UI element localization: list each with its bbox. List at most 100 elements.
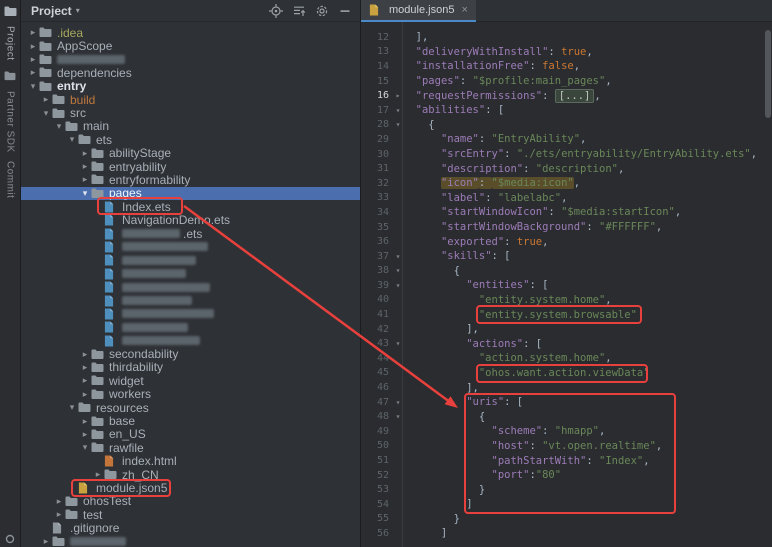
- tree-item-workers[interactable]: ▸workers: [21, 388, 360, 401]
- code-line-37[interactable]: 37▾ "skills": [: [361, 249, 772, 264]
- code-line-48[interactable]: 48▾ {: [361, 409, 772, 424]
- code-line-36[interactable]: 36 "exported": true,: [361, 234, 772, 249]
- tree-item-appscope[interactable]: ▸AppScope: [21, 39, 360, 52]
- chevron-right-icon[interactable]: ▸: [79, 148, 91, 159]
- tree-item-entry[interactable]: ▾entry: [21, 80, 360, 93]
- chevron-down-icon[interactable]: ▾: [66, 402, 78, 413]
- code-line-17[interactable]: 17▾ "abilities": [: [361, 103, 772, 118]
- tree-item-test[interactable]: ▸test: [21, 508, 360, 521]
- chevron-right-icon[interactable]: ▸: [53, 496, 65, 507]
- chevron-down-icon[interactable]: ▾: [27, 81, 39, 92]
- code-line-30[interactable]: 30 "srcEntry": "./ets/entryability/Entry…: [361, 147, 772, 162]
- code-line-41[interactable]: 41 "entity.system.browsable": [361, 307, 772, 322]
- chevron-right-icon[interactable]: ▸: [79, 375, 91, 386]
- partner-sdk-icon[interactable]: [3, 70, 17, 82]
- code-line-16[interactable]: 16▸ "requestPermissions": [...],: [361, 88, 772, 103]
- chevron-down-icon[interactable]: ▾: [79, 442, 91, 453]
- fold-toggle-icon[interactable]: ▸: [393, 91, 403, 100]
- tree-item-redacted-page-3[interactable]: [21, 254, 360, 267]
- chevron-right-icon[interactable]: ▸: [79, 429, 91, 440]
- code-line-15[interactable]: 15 "pages": "$profile:main_pages",: [361, 74, 772, 89]
- chevron-right-icon[interactable]: ▸: [40, 94, 52, 105]
- chevron-right-icon[interactable]: ▸: [79, 161, 91, 172]
- stripe-label-partner-sdk[interactable]: Partner SDK: [5, 91, 16, 153]
- chevron-right-icon[interactable]: ▸: [53, 509, 65, 520]
- chevron-right-icon[interactable]: ▸: [27, 27, 39, 38]
- code-line-44[interactable]: 44 "action.system.home",: [361, 351, 772, 366]
- chevron-down-icon[interactable]: ▾: [79, 188, 91, 199]
- code-line-34[interactable]: 34 "startWindowIcon": "$media:startIcon"…: [361, 205, 772, 220]
- locate-icon[interactable]: [269, 4, 283, 18]
- fold-toggle-icon[interactable]: ▾: [393, 120, 403, 129]
- code-line-29[interactable]: 29 "name": "EntryAbility",: [361, 132, 772, 147]
- collapse-all-icon[interactable]: [292, 4, 306, 18]
- code-line-56[interactable]: 56 ]: [361, 526, 772, 541]
- code-line-39[interactable]: 39▾ "entities": [: [361, 278, 772, 293]
- code-editor[interactable]: 12 ],13 "deliveryWithInstall": true,14 "…: [361, 22, 772, 547]
- tree-item-redacted-page-8[interactable]: [21, 321, 360, 334]
- stripe-label-commit[interactable]: Commit: [5, 161, 16, 198]
- code-line-45[interactable]: 45 "ohos.want.action.viewData": [361, 366, 772, 381]
- code-line-13[interactable]: 13 "deliveryWithInstall": true,: [361, 45, 772, 60]
- tree-item-thirdability[interactable]: ▸thirdability: [21, 361, 360, 374]
- chevron-right-icon[interactable]: ▸: [79, 389, 91, 400]
- code-line-43[interactable]: 43▾ "actions": [: [361, 336, 772, 351]
- tree-item-ohostest[interactable]: ▸ohosTest: [21, 495, 360, 508]
- settings-icon[interactable]: [315, 4, 329, 18]
- code-line-28[interactable]: 28▾ {: [361, 118, 772, 133]
- hide-icon[interactable]: [338, 4, 352, 18]
- project-tool-window-icon[interactable]: [3, 5, 17, 17]
- code-line-52[interactable]: 52 "port":"80": [361, 468, 772, 483]
- tree-item-main[interactable]: ▾main: [21, 120, 360, 133]
- code-line-14[interactable]: 14 "installationFree": false,: [361, 59, 772, 74]
- tree-item-index-html[interactable]: index.html: [21, 455, 360, 468]
- tree-item-widget[interactable]: ▸widget: [21, 374, 360, 387]
- close-icon[interactable]: ×: [461, 4, 467, 16]
- code-line-32[interactable]: 32 "icon": "$media:icon",: [361, 176, 772, 191]
- chevron-down-icon[interactable]: ▾: [66, 134, 78, 145]
- tree-item-gitignore[interactable]: .gitignore: [21, 521, 360, 534]
- code-line-33[interactable]: 33 "label": "labelabc",: [361, 191, 772, 206]
- code-line-54[interactable]: 54 ]: [361, 497, 772, 512]
- tree-item-redacted-page-7[interactable]: [21, 307, 360, 320]
- tree-item-index-ets[interactable]: Index.ets: [21, 200, 360, 213]
- tree-item-redacted-page-2[interactable]: [21, 240, 360, 253]
- fold-toggle-icon[interactable]: ▾: [393, 106, 403, 115]
- fold-toggle-icon[interactable]: ▾: [393, 281, 403, 290]
- tree-item-secondability[interactable]: ▸secondability: [21, 347, 360, 360]
- tree-item-ets[interactable]: ▾ets: [21, 133, 360, 146]
- tree-item-redacted-page-6[interactable]: [21, 294, 360, 307]
- tree-item-idea[interactable]: ▸.idea: [21, 26, 360, 39]
- code-line-50[interactable]: 50 "host": "vt.open.realtime",: [361, 439, 772, 454]
- code-line-51[interactable]: 51 "pathStartWith": "Index",: [361, 453, 772, 468]
- tree-item-redacted-page-1[interactable]: .ets: [21, 227, 360, 240]
- vcs-icon[interactable]: [3, 533, 17, 545]
- fold-toggle-icon[interactable]: ▾: [393, 412, 403, 421]
- tree-item-redacted-bottom[interactable]: ▸: [21, 535, 360, 547]
- tree-item-zh-cn[interactable]: ▸zh_CN: [21, 468, 360, 481]
- chevron-right-icon[interactable]: ▸: [79, 362, 91, 373]
- chevron-right-icon[interactable]: ▸: [27, 67, 39, 78]
- code-line-12[interactable]: 12 ],: [361, 30, 772, 45]
- fold-toggle-icon[interactable]: ▾: [393, 266, 403, 275]
- fold-toggle-icon[interactable]: ▾: [393, 339, 403, 348]
- chevron-right-icon[interactable]: ▸: [79, 174, 91, 185]
- code-line-49[interactable]: 49 "scheme": "hmapp",: [361, 424, 772, 439]
- tree-item-redacted-page-9[interactable]: [21, 334, 360, 347]
- tree-item-src[interactable]: ▾src: [21, 106, 360, 119]
- tree-item-redacted-page-5[interactable]: [21, 280, 360, 293]
- code-line-31[interactable]: 31 "description": "description",: [361, 161, 772, 176]
- chevron-right-icon[interactable]: ▸: [79, 416, 91, 427]
- chevron-down-icon[interactable]: ▾: [53, 121, 65, 132]
- editor-scrollbar[interactable]: [765, 30, 771, 118]
- tree-item-module-json5[interactable]: module.json5: [21, 481, 360, 494]
- tree-item-build[interactable]: ▸build: [21, 93, 360, 106]
- fold-toggle-icon[interactable]: ▾: [393, 398, 403, 407]
- tree-item-redacted-top[interactable]: ▸: [21, 53, 360, 66]
- fold-toggle-icon[interactable]: ▾: [393, 252, 403, 261]
- chevron-right-icon[interactable]: ▸: [79, 349, 91, 360]
- chevron-right-icon[interactable]: ▸: [27, 54, 39, 65]
- tree-item-entryability[interactable]: ▸entryability: [21, 160, 360, 173]
- tree-item-redacted-page-4[interactable]: [21, 267, 360, 280]
- chevron-right-icon[interactable]: ▸: [92, 469, 104, 480]
